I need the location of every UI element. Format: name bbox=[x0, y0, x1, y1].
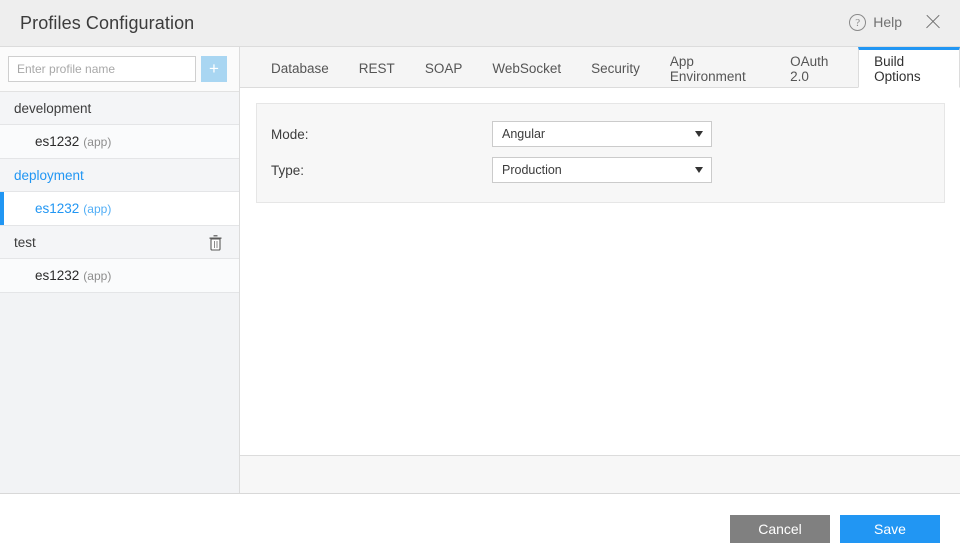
content-footer-strip bbox=[240, 455, 960, 493]
profile-name-input[interactable] bbox=[8, 56, 196, 82]
form-row-mode: Mode: Angular bbox=[257, 121, 944, 147]
profile-list: development es1232 (app) deployment es12… bbox=[0, 92, 239, 293]
profile-add-row: + bbox=[0, 47, 239, 92]
profile-group-test[interactable]: test bbox=[0, 226, 239, 259]
header-actions: ? Help bbox=[849, 11, 944, 33]
profile-item-suffix: (app) bbox=[83, 268, 112, 283]
mode-select-value: Angular bbox=[502, 127, 546, 141]
question-circle-icon: ? bbox=[849, 13, 867, 31]
profile-item-suffix: (app) bbox=[83, 134, 112, 149]
page-title: Profiles Configuration bbox=[20, 13, 195, 33]
build-options-form: Mode: Angular Type: Production bbox=[256, 103, 945, 203]
profile-item-test-es1232[interactable]: es1232 (app) bbox=[0, 259, 239, 293]
tab-oauth-2[interactable]: OAuth 2.0 bbox=[775, 47, 858, 87]
profile-item-label: es1232 bbox=[35, 201, 80, 216]
tab-database[interactable]: Database bbox=[256, 47, 344, 87]
type-label: Type: bbox=[271, 162, 305, 178]
save-button[interactable]: Save bbox=[840, 515, 940, 543]
profile-group-label: deployment bbox=[14, 167, 84, 183]
mode-select[interactable]: Angular bbox=[492, 121, 712, 147]
footer-buttons: Cancel Save bbox=[730, 515, 940, 543]
type-select-value: Production bbox=[502, 163, 562, 177]
content-panel: Database REST SOAP WebSocket Security Ap… bbox=[240, 47, 960, 493]
help-label: Help bbox=[873, 14, 902, 30]
mode-label: Mode: bbox=[271, 126, 309, 142]
form-row-type: Type: Production bbox=[257, 157, 944, 183]
profile-group-label: test bbox=[14, 234, 36, 250]
tab-security[interactable]: Security bbox=[576, 47, 655, 87]
chevron-down-icon bbox=[695, 131, 703, 137]
dialog-header: Profiles Configuration ? Help bbox=[0, 0, 960, 47]
cancel-button[interactable]: Cancel bbox=[730, 515, 830, 543]
profile-item-label: es1232 bbox=[35, 268, 80, 283]
add-profile-button[interactable]: + bbox=[201, 56, 227, 82]
close-icon[interactable] bbox=[922, 11, 944, 33]
profile-group-development[interactable]: development bbox=[0, 92, 239, 125]
profiles-sidebar: + development es1232 (app) deployment es… bbox=[0, 47, 240, 493]
profile-group-label: development bbox=[14, 100, 92, 116]
type-select[interactable]: Production bbox=[492, 157, 712, 183]
trash-icon[interactable] bbox=[208, 234, 223, 251]
profile-item-deployment-es1232[interactable]: es1232 (app) bbox=[0, 192, 239, 226]
build-options-panel-area: Mode: Angular Type: Production bbox=[240, 88, 960, 454]
chevron-down-icon bbox=[695, 167, 703, 173]
tab-build-options[interactable]: Build Options bbox=[858, 47, 960, 88]
profile-item-suffix: (app) bbox=[83, 201, 112, 216]
tab-rest[interactable]: REST bbox=[344, 47, 410, 87]
profile-group-deployment[interactable]: deployment bbox=[0, 159, 239, 192]
profile-item-development-es1232[interactable]: es1232 (app) bbox=[0, 125, 239, 159]
tab-app-environment[interactable]: App Environment bbox=[655, 47, 775, 87]
dialog-footer: Cancel Save bbox=[0, 493, 960, 560]
help-button[interactable]: ? Help bbox=[849, 13, 902, 31]
tab-bar: Database REST SOAP WebSocket Security Ap… bbox=[240, 47, 960, 88]
profile-item-label: es1232 bbox=[35, 134, 80, 149]
profiles-configuration-dialog: Profiles Configuration ? Help + developm… bbox=[0, 0, 960, 560]
tab-websocket[interactable]: WebSocket bbox=[477, 47, 576, 87]
tab-soap[interactable]: SOAP bbox=[410, 47, 478, 87]
